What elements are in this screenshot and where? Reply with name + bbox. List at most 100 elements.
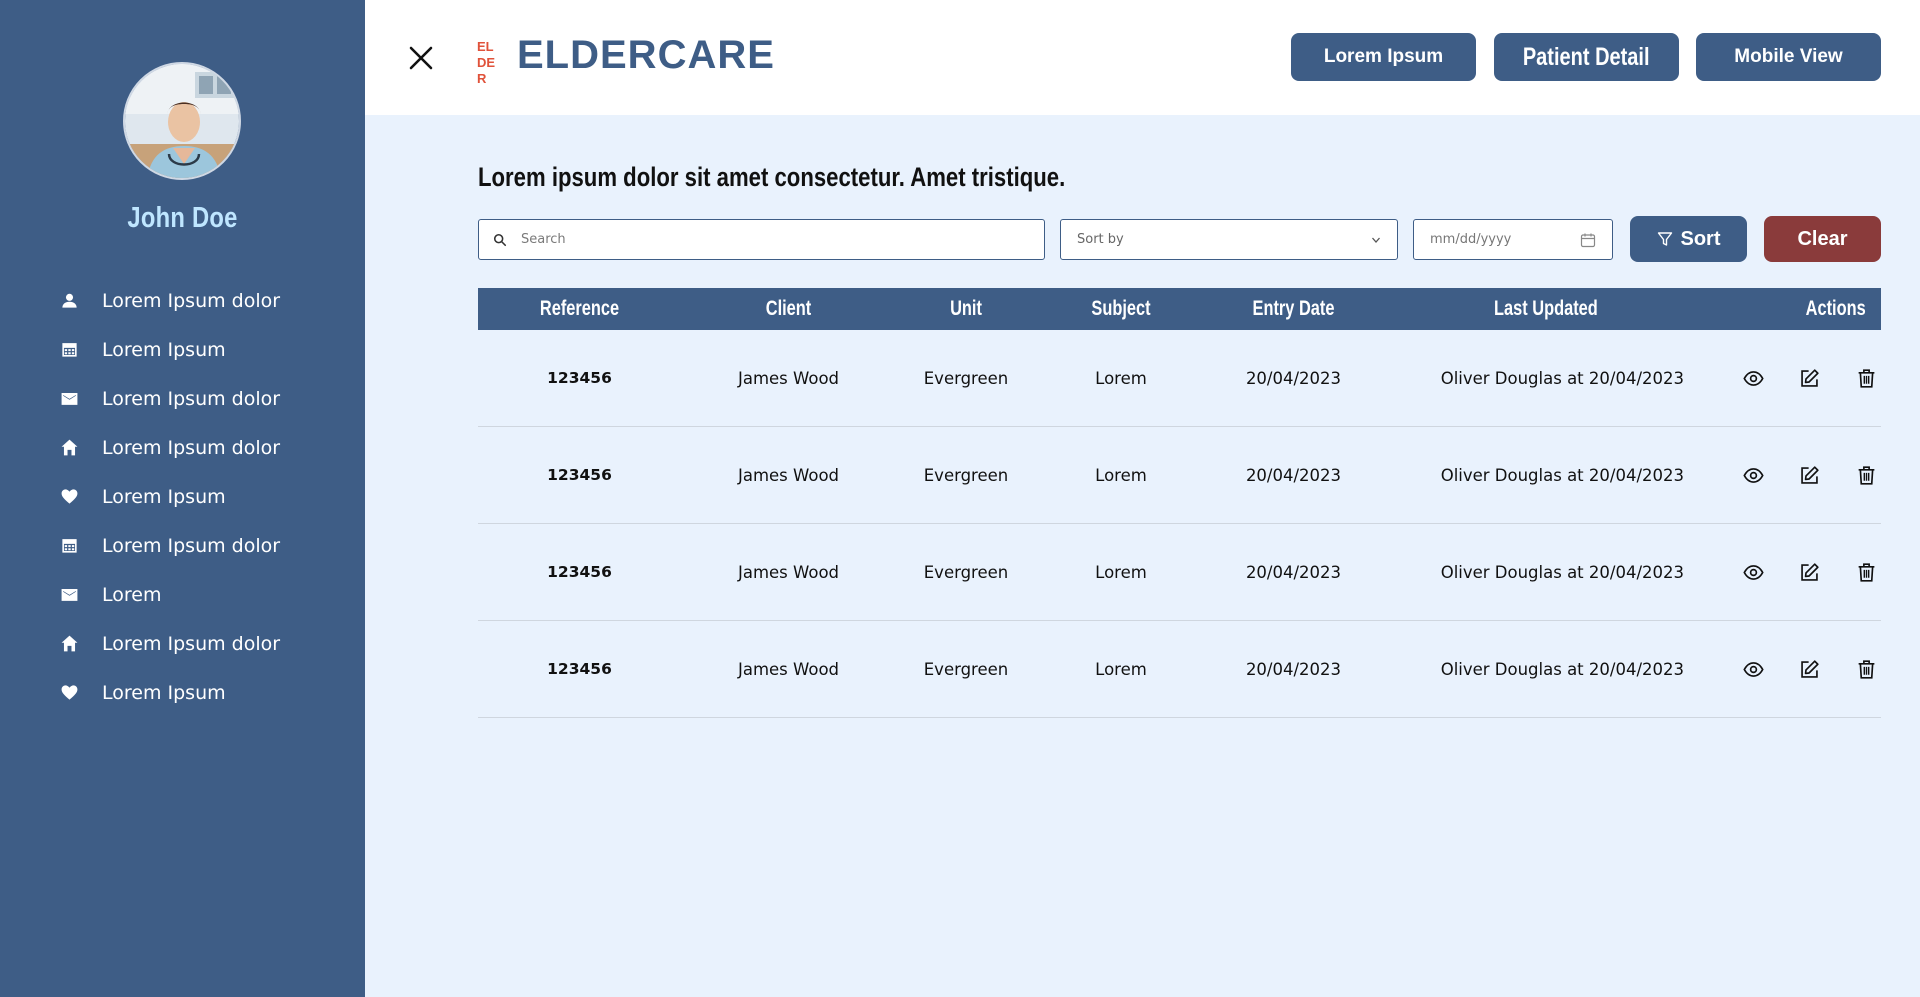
button-label: Lorem Ipsum <box>1323 46 1444 67</box>
row-actions <box>1742 561 1881 583</box>
calendar-icon <box>59 536 79 556</box>
column-header-unit: Unit <box>950 297 982 320</box>
patient-detail-button[interactable]: Patient Detail <box>1494 33 1679 81</box>
logo-mark-line-2: DE <box>477 55 495 70</box>
cell-client: James Wood <box>737 368 840 388</box>
cell-last-updated: Oliver Douglas at 20/04/2023 <box>1440 368 1684 388</box>
home-icon <box>59 634 79 654</box>
cell-entry-date: 20/04/2023 <box>1245 562 1342 582</box>
search-input[interactable] <box>521 232 1021 247</box>
sidebar-item[interactable]: Lorem Ipsum dolor <box>0 619 365 668</box>
logo-mark-line-1: EL <box>477 39 494 54</box>
delete-icon[interactable] <box>1855 561 1877 583</box>
sort-by-placeholder: Sort by <box>1077 232 1124 247</box>
table-row: 123456 James Wood Evergreen Lorem 20/04/… <box>478 524 1881 621</box>
sidebar-item-label: Lorem Ipsum dolor <box>102 534 281 557</box>
view-icon[interactable] <box>1742 561 1764 583</box>
mail-icon <box>59 585 79 605</box>
cell-client: James Wood <box>737 659 840 679</box>
records-table: Reference Client Unit Subject Entry Date… <box>478 288 1881 718</box>
sort-by-select[interactable]: Sort by <box>1060 219 1398 260</box>
sidebar-item[interactable]: Lorem Ipsum dolor <box>0 374 365 423</box>
sidebar-item[interactable]: Lorem Ipsum dolor <box>0 521 365 570</box>
sidebar-item-label: Lorem Ipsum <box>102 681 226 704</box>
edit-icon[interactable] <box>1799 658 1821 680</box>
column-header-last-updated: Last Updated <box>1494 297 1598 320</box>
sidebar-item-label: Lorem Ipsum dolor <box>102 289 281 312</box>
edit-icon[interactable] <box>1799 561 1821 583</box>
sidebar-item[interactable]: Lorem Ipsum dolor <box>0 276 365 325</box>
cell-unit: Evergreen <box>923 368 1009 388</box>
sidebar-item-label: Lorem Ipsum <box>102 485 226 508</box>
row-actions <box>1742 658 1881 680</box>
edit-icon[interactable] <box>1799 464 1821 486</box>
cell-reference: 123456 <box>547 369 612 387</box>
person-icon <box>59 291 79 311</box>
sidebar-item-label: Lorem <box>102 583 162 606</box>
chevron-down-icon <box>1372 237 1380 243</box>
mail-icon <box>59 389 79 409</box>
delete-icon[interactable] <box>1855 464 1877 486</box>
cell-unit: Evergreen <box>923 465 1009 485</box>
delete-icon[interactable] <box>1855 367 1877 389</box>
sidebar-item[interactable]: Lorem Ipsum <box>0 325 365 374</box>
sidebar-item[interactable]: Lorem Ipsum <box>0 668 365 717</box>
lorem-ipsum-button[interactable]: Lorem Ipsum <box>1291 33 1476 81</box>
calendar-icon[interactable] <box>1580 232 1596 248</box>
calendar-icon <box>59 340 79 360</box>
heart-icon <box>59 683 79 703</box>
cell-subject: Lorem <box>1095 368 1147 388</box>
cell-last-updated: Oliver Douglas at 20/04/2023 <box>1440 465 1684 485</box>
sidebar-item-label: Lorem Ipsum dolor <box>102 387 281 410</box>
home-icon <box>59 438 79 458</box>
view-icon[interactable] <box>1742 367 1764 389</box>
table-header: Reference Client Unit Subject Entry Date… <box>478 288 1881 330</box>
sidebar-item-label: Lorem Ipsum dolor <box>102 632 281 655</box>
sidebar-item-label: Lorem Ipsum <box>102 338 226 361</box>
cell-entry-date: 20/04/2023 <box>1245 465 1342 485</box>
cell-reference: 123456 <box>547 466 612 484</box>
button-label: Mobile View <box>1734 46 1843 67</box>
search-icon <box>493 233 507 246</box>
column-header-actions: Actions <box>1805 297 1866 320</box>
sidebar-item-label: Lorem Ipsum dolor <box>102 436 281 459</box>
mobile-view-button[interactable]: Mobile View <box>1696 33 1881 81</box>
sidebar-item[interactable]: Lorem <box>0 570 365 619</box>
date-field[interactable]: mm/dd/yyyy <box>1413 219 1613 260</box>
sort-button[interactable]: Sort <box>1630 216 1747 262</box>
cell-last-updated: Oliver Douglas at 20/04/2023 <box>1440 659 1684 679</box>
sidebar-nav: Lorem Ipsum dolor Lorem Ipsum Lorem Ipsu… <box>0 276 365 717</box>
sidebar-item[interactable]: Lorem Ipsum <box>0 472 365 521</box>
cell-subject: Lorem <box>1095 465 1147 485</box>
cell-unit: Evergreen <box>923 562 1009 582</box>
clear-button[interactable]: Clear <box>1764 216 1881 262</box>
view-icon[interactable] <box>1742 464 1764 486</box>
date-placeholder: mm/dd/yyyy <box>1430 232 1512 247</box>
top-header: EL DE R ELDERCARE Lorem Ipsum Patient De… <box>365 0 1920 115</box>
cell-client: James Wood <box>737 465 840 485</box>
search-field[interactable] <box>478 219 1045 260</box>
close-icon[interactable] <box>405 42 437 74</box>
table-row: 123456 James Wood Evergreen Lorem 20/04/… <box>478 330 1881 427</box>
avatar-photo <box>125 64 239 178</box>
view-icon[interactable] <box>1742 658 1764 680</box>
cell-subject: Lorem <box>1095 659 1147 679</box>
cell-entry-date: 20/04/2023 <box>1245 368 1342 388</box>
sidebar-item[interactable]: Lorem Ipsum dolor <box>0 423 365 472</box>
edit-icon[interactable] <box>1799 367 1821 389</box>
logo-mark-line-3: R <box>477 71 487 86</box>
row-actions <box>1742 464 1881 486</box>
page-title: Lorem ipsum dolor sit amet consectetur. … <box>478 162 1066 192</box>
heart-icon <box>59 487 79 507</box>
cell-reference: 123456 <box>547 563 612 581</box>
cell-entry-date: 20/04/2023 <box>1245 659 1342 679</box>
delete-icon[interactable] <box>1855 658 1877 680</box>
avatar[interactable] <box>123 62 241 180</box>
column-header-subject: Subject <box>1091 297 1151 320</box>
cell-reference: 123456 <box>547 660 612 678</box>
column-header-client: Client <box>765 297 812 320</box>
user-name: John Doe <box>127 202 238 234</box>
logo-mark: EL DE R <box>477 39 495 86</box>
cell-subject: Lorem <box>1095 562 1147 582</box>
cell-unit: Evergreen <box>923 659 1009 679</box>
